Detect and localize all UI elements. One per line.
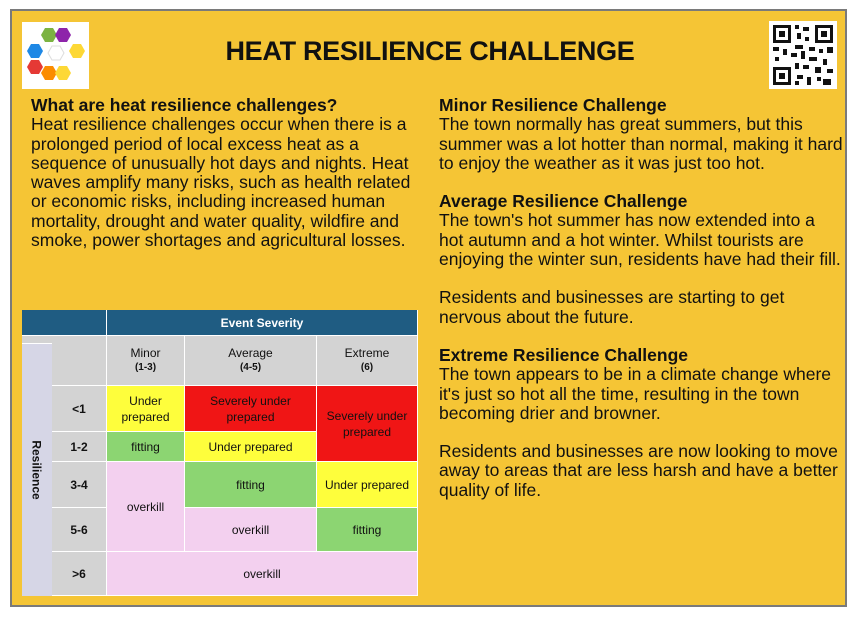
col-extreme-range: (6)	[360, 362, 374, 373]
row-header-5-6: 5-6	[52, 508, 107, 552]
cell-5-6-average: overkill	[185, 508, 317, 552]
resilience-axis-label: Resilience	[22, 344, 52, 596]
row-header-gt6: >6	[52, 552, 107, 596]
minor-heading: Minor Resilience Challenge	[439, 95, 667, 115]
intro-body: Heat resilience challenges occur when th…	[31, 114, 411, 251]
cell-lt2-extreme: Severely under prepared	[317, 386, 418, 462]
col-extreme-label: Extreme	[344, 346, 390, 360]
average-body: The town's hot summer has now extended i…	[439, 210, 841, 270]
corner-cell	[22, 310, 107, 336]
average-body-2: Residents and businesses are starting to…	[439, 287, 785, 327]
extreme-body: The town appears to be in a climate chan…	[439, 364, 832, 423]
col-minor-range: (1-3)	[134, 362, 157, 373]
page-title: HEAT RESILIENCE CHALLENGE	[225, 36, 635, 66]
row-header-3-4: 3-4	[52, 462, 107, 508]
row-header-1-2: 1-2	[52, 432, 107, 462]
minor-body: The town normally has great summers, but…	[439, 114, 843, 173]
cell-lt1-minor: Under prepared	[107, 386, 185, 432]
cell-3-4-extreme: Under prepared	[317, 462, 418, 508]
row-header-lt1: <1	[52, 386, 107, 432]
resilience-matrix: Event Severity Minor (1-3) Average (4-5)…	[22, 310, 418, 596]
cell-3-6-minor: overkill	[107, 462, 185, 552]
col-minor-label: Minor	[130, 346, 161, 360]
intro-section: What are heat resilience challenges? Hea…	[31, 95, 416, 251]
col-extreme-header: Extreme (6)	[317, 336, 418, 386]
col-average-range: (4-5)	[239, 362, 262, 373]
cell-lt1-average: Severely under prepared	[185, 386, 317, 432]
blank-header-cell	[52, 336, 107, 386]
col-average-header: Average (4-5)	[185, 336, 317, 386]
challenge-descriptions: Minor Resilience Challenge The town norm…	[439, 95, 844, 500]
extreme-body-2: Residents and businesses are now looking…	[439, 441, 838, 500]
extreme-heading: Extreme Resilience Challenge	[439, 344, 688, 365]
col-average-label: Average	[228, 346, 273, 360]
cell-gt6-all: overkill	[107, 552, 418, 596]
cell-5-6-extreme: fitting	[317, 508, 418, 552]
resilience-label-text: Resilience	[30, 440, 44, 500]
intro-heading: What are heat resilience challenges?	[31, 95, 338, 115]
cell-1-2-minor: fitting	[107, 432, 185, 462]
average-heading: Average Resilience Challenge	[439, 191, 688, 212]
event-severity-header: Event Severity	[107, 310, 418, 336]
cell-1-2-average: Under prepared	[185, 432, 317, 462]
col-minor-header: Minor (1-3)	[107, 336, 185, 386]
cell-3-4-average: fitting	[185, 462, 317, 508]
